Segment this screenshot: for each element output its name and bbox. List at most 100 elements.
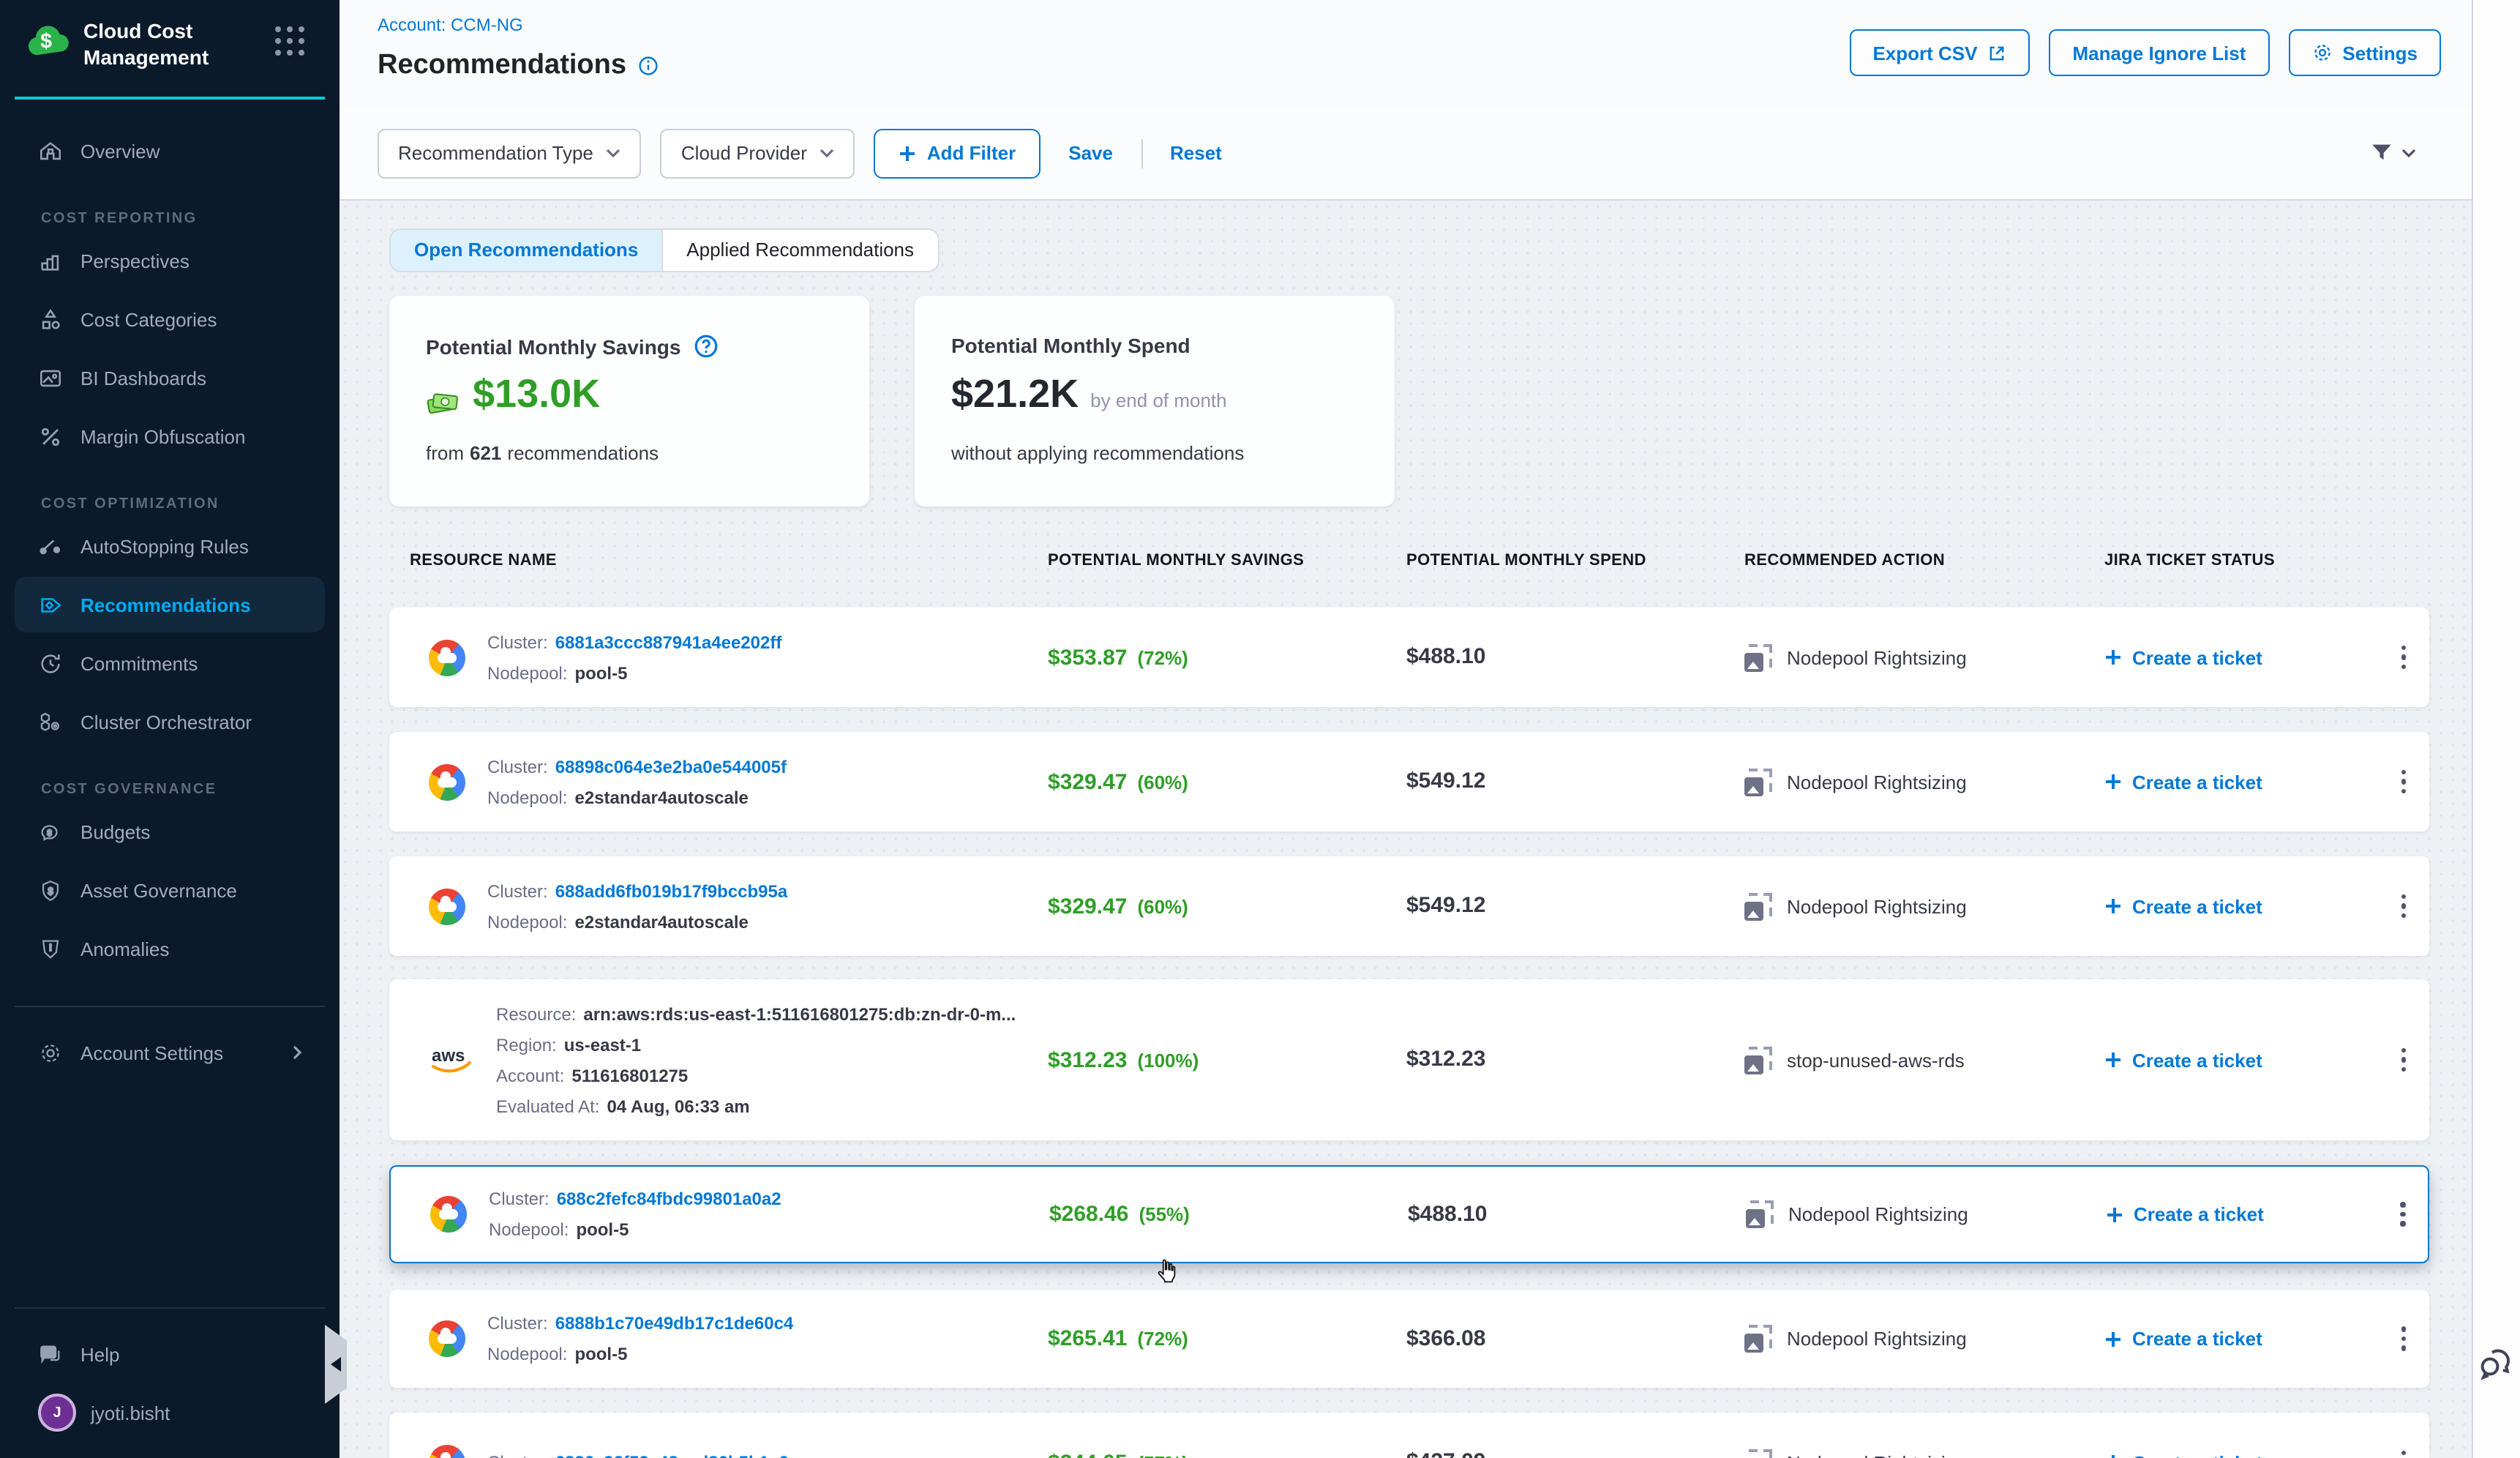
savings-percent: (57%) bbox=[1137, 1451, 1188, 1458]
sidebar-item-asset-governance[interactable]: $ Asset Governance bbox=[15, 862, 325, 918]
table-row[interactable]: Cluster:6888b1c70e49db17c1de60c4 Nodepoo… bbox=[389, 1290, 2429, 1388]
table-row[interactable]: aws Resource:arn:aws:rds:us-east-1:51161… bbox=[389, 979, 2429, 1140]
spend-value: $312.23 bbox=[1406, 1047, 1485, 1072]
savings-percent: (55%) bbox=[1139, 1203, 1189, 1225]
cloud-provider-dropdown[interactable]: Cloud Provider bbox=[661, 128, 855, 178]
chevron-down-icon bbox=[820, 148, 835, 158]
savings-value: $312.23 bbox=[1048, 1047, 1127, 1072]
sidebar-item-account-settings[interactable]: Account Settings bbox=[15, 1025, 325, 1080]
breadcrumb[interactable]: Account: CCM-NG bbox=[378, 15, 523, 35]
filter-panel-toggle[interactable] bbox=[2369, 141, 2416, 165]
row-menu-kebab-icon[interactable] bbox=[2400, 1203, 2429, 1227]
table-row[interactable]: Cluster:6881a3ccc887941a4ee202ff Nodepoo… bbox=[389, 608, 2429, 707]
save-filter-button[interactable]: Save bbox=[1060, 142, 1122, 164]
recommendation-type-dropdown[interactable]: Recommendation Type bbox=[378, 128, 642, 178]
potential-monthly-savings-card: Potential Monthly Savings $13.0K from 62… bbox=[389, 296, 869, 506]
plus-icon bbox=[2104, 897, 2122, 915]
sidebar-item-help[interactable]: ? Help bbox=[15, 1326, 325, 1382]
svg-text:!: ! bbox=[49, 941, 52, 952]
create-ticket-button[interactable]: Create a ticket bbox=[2104, 1328, 2399, 1350]
table-row[interactable]: Cluster:688add6fb019b17f9bccb95a Nodepoo… bbox=[389, 856, 2429, 956]
create-ticket-button[interactable]: Create a ticket bbox=[2104, 1049, 2399, 1071]
row-menu-kebab-icon[interactable] bbox=[2399, 646, 2429, 670]
cluster-id-link[interactable]: 688add6fb019b17f9bccb95a bbox=[555, 881, 788, 901]
tab-open-recommendations[interactable]: Open Recommendations bbox=[391, 230, 661, 271]
divider bbox=[1141, 138, 1142, 168]
cluster-id-link[interactable]: 6888b1c70e49db17c1de60c4 bbox=[555, 1313, 794, 1334]
cluster-id-link[interactable]: 6886e92f59a48cad86b5b1c6 bbox=[555, 1452, 789, 1458]
row-menu-kebab-icon[interactable] bbox=[2399, 1048, 2429, 1072]
sidebar-item-bi-dashboards[interactable]: BI Dashboards bbox=[15, 350, 325, 405]
sidebar-item-recommendations[interactable]: Recommendations bbox=[15, 577, 325, 632]
card-title: Potential Monthly Spend bbox=[951, 334, 1190, 357]
create-ticket-button[interactable]: Create a ticket bbox=[2104, 646, 2399, 668]
spend-value: $549.12 bbox=[1406, 769, 1485, 793]
create-ticket-button[interactable]: Create a ticket bbox=[2104, 1451, 2399, 1458]
rightsizing-icon bbox=[1744, 892, 1772, 920]
card-title: Potential Monthly Savings bbox=[426, 334, 681, 358]
bar-chart-icon bbox=[38, 248, 63, 273]
sidebar-item-label: AutoStopping Rules bbox=[80, 535, 249, 557]
support-chat-icon[interactable] bbox=[2478, 1344, 2516, 1389]
spend-value: $488.10 bbox=[1408, 1201, 1487, 1226]
sidebar-item-label: BI Dashboards bbox=[80, 367, 206, 389]
cluster-id-link[interactable]: 688c2fefc84fbdc99801a0a2 bbox=[557, 1189, 781, 1209]
sidebar-item-commitments[interactable]: Commitments bbox=[15, 635, 325, 691]
table-row[interactable]: Cluster:6886e92f59a48cad86b5b1c6 $244.05… bbox=[389, 1413, 2429, 1458]
sidebar-item-label: Asset Governance bbox=[80, 879, 237, 901]
row-menu-kebab-icon[interactable] bbox=[2399, 770, 2429, 794]
rightsizing-icon bbox=[1744, 1448, 1772, 1458]
cluster-id-link[interactable]: 68898c064e3e2ba0e544005f bbox=[555, 756, 787, 777]
app-title: Cloud Cost Management bbox=[83, 18, 259, 70]
sidebar-item-label: Account Settings bbox=[80, 1042, 223, 1063]
spend-value: $549.12 bbox=[1406, 893, 1485, 918]
sidebar-item-anomalies[interactable]: ! Anomalies bbox=[15, 921, 325, 976]
chevron-right-icon bbox=[290, 1045, 304, 1060]
sidebar-item-perspectives[interactable]: Perspectives bbox=[15, 233, 325, 288]
create-ticket-button[interactable]: Create a ticket bbox=[2106, 1203, 2400, 1225]
table-row[interactable]: Cluster:68898c064e3e2ba0e544005f Nodepoo… bbox=[389, 732, 2429, 831]
action-label: Nodepool Rightsizing bbox=[1788, 1203, 1968, 1225]
sidebar-item-label: Anomalies bbox=[80, 938, 169, 960]
row-menu-kebab-icon[interactable] bbox=[2399, 1451, 2429, 1458]
plus-icon bbox=[2106, 1205, 2123, 1223]
spend-value: $366.08 bbox=[1406, 1326, 1485, 1350]
sidebar-item-cost-categories[interactable]: Cost Categories bbox=[15, 291, 325, 347]
aws-provider-icon: aws bbox=[429, 1044, 474, 1076]
create-ticket-button[interactable]: Create a ticket bbox=[2104, 895, 2399, 917]
sidebar-user[interactable]: J jyoti.bisht bbox=[15, 1385, 325, 1440]
info-icon[interactable] bbox=[638, 56, 659, 76]
savings-value: $329.47 bbox=[1048, 894, 1127, 919]
cluster-id-link[interactable]: 6881a3ccc887941a4ee202ff bbox=[555, 632, 782, 652]
sidebar-item-autostopping-rules[interactable]: AutoStopping Rules bbox=[15, 518, 325, 574]
spend-when: by end of month bbox=[1090, 389, 1226, 417]
table-row-selected[interactable]: Cluster:688c2fefc84fbdc99801a0a2 Nodepoo… bbox=[389, 1165, 2429, 1263]
reset-filter-button[interactable]: Reset bbox=[1161, 142, 1231, 164]
row-menu-kebab-icon[interactable] bbox=[2399, 894, 2429, 919]
manage-ignore-list-button[interactable]: Manage Ignore List bbox=[2049, 29, 2269, 76]
savings-percent: (100%) bbox=[1137, 1049, 1199, 1071]
piggy-bank-icon: $ bbox=[38, 819, 63, 844]
ccm-cloud-dollar-icon: $ bbox=[23, 19, 73, 67]
sidebar-item-label: Perspectives bbox=[80, 250, 190, 272]
sidebar-item-label: Help bbox=[80, 1343, 120, 1365]
settings-button[interactable]: Settings bbox=[2288, 29, 2441, 76]
question-circle-icon[interactable] bbox=[694, 334, 719, 359]
savings-value: $265.41 bbox=[1048, 1326, 1127, 1351]
sidebar-item-cluster-orchestrator[interactable]: Cluster Orchestrator bbox=[15, 694, 325, 749]
savings-amount: $13.0K bbox=[473, 372, 600, 417]
sidebar-item-margin-obfuscation[interactable]: Margin Obfuscation bbox=[15, 408, 325, 464]
tab-applied-recommendations[interactable]: Applied Recommendations bbox=[661, 230, 937, 271]
row-menu-kebab-icon[interactable] bbox=[2399, 1327, 2429, 1351]
sidebar-item-budgets[interactable]: $ Budgets bbox=[15, 804, 325, 859]
add-filter-button[interactable]: Add Filter bbox=[874, 128, 1040, 178]
shapes-icon bbox=[38, 307, 63, 332]
sidebar-item-overview[interactable]: Overview bbox=[15, 123, 325, 179]
module-grid-icon[interactable] bbox=[275, 26, 304, 56]
action-label: Nodepool Rightsizing bbox=[1787, 1451, 1967, 1458]
export-csv-button[interactable]: Export CSV bbox=[1849, 29, 2030, 76]
create-ticket-button[interactable]: Create a ticket bbox=[2104, 771, 2399, 793]
rightsizing-icon bbox=[1744, 643, 1772, 671]
savings-percent: (60%) bbox=[1137, 771, 1188, 793]
gcp-provider-icon bbox=[430, 1196, 467, 1233]
